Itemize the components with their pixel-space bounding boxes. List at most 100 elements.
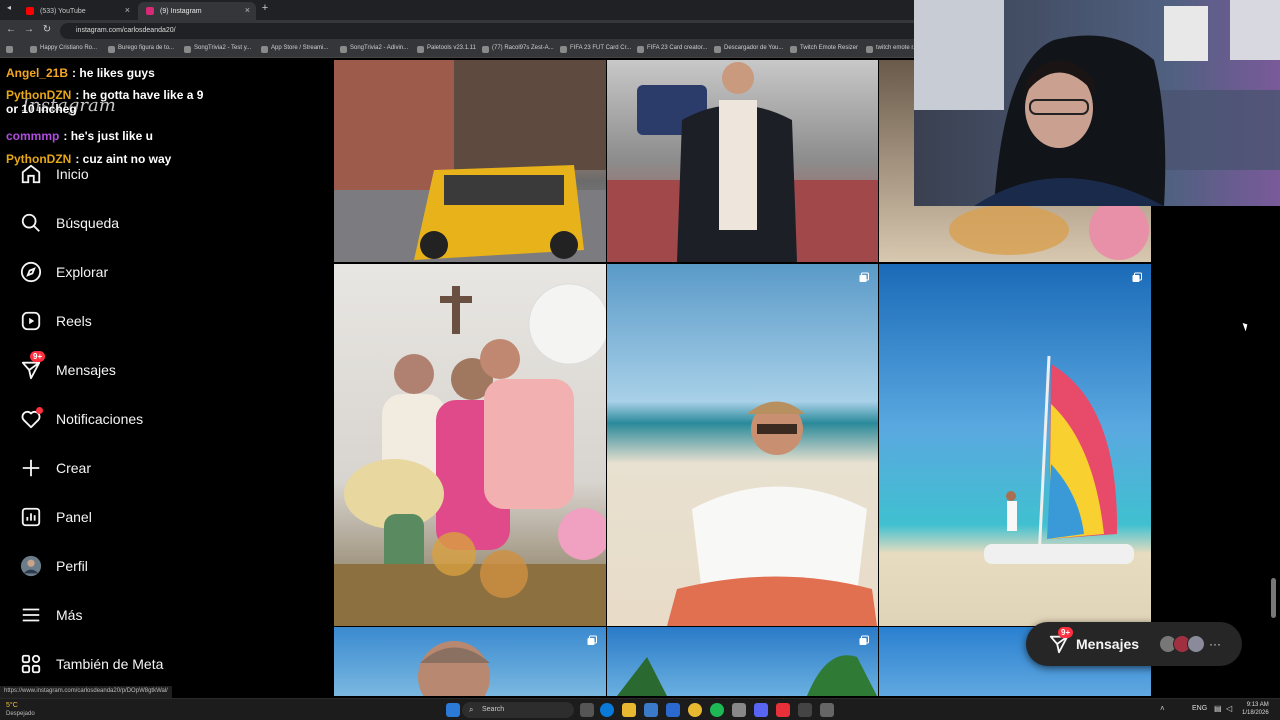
sidebar-item-panel[interactable]: Panel [18,500,308,534]
messages-label: Mensajes [1076,636,1140,652]
catamaran-image [984,355,1134,564]
notification-badge: 9+ [1058,627,1074,638]
notification-badge: 9+ [30,351,46,362]
taskbar-search[interactable]: ⌕ Search [462,702,574,718]
bookmark-item[interactable]: Descargador de You... [714,45,783,53]
chat-message: PythonDZN: cuz aint no way [6,152,172,166]
bookmark-item[interactable]: Burego figura de to... [108,45,174,53]
sidebar-item-label: Inicio [56,166,89,182]
taxi-scene-image [334,60,606,262]
tab-menu-icon[interactable]: ◂ [2,3,16,12]
meta-apps-icon [18,651,44,677]
post-thumbnail[interactable] [607,264,878,626]
clock-date: 1/18/2026 [1242,710,1269,716]
tab-youtube[interactable]: (533) YouTube × [18,2,136,20]
new-tab-button[interactable]: + [258,2,272,14]
bookmark-item[interactable]: SongTrivia2 - Test y... [184,45,251,53]
bookmark-item[interactable]: twitch emote r... [866,45,918,53]
multi-photo-icon [587,635,597,645]
reels-icon [18,308,44,334]
chat-username: commmp [6,129,60,143]
sidebar-item-label: Más [56,607,83,623]
menu-icon [18,602,44,628]
bookmark-item[interactable]: SongTrivia2 - Adivin... [340,45,408,53]
post-thumbnail[interactable] [334,60,606,262]
streamer-webcam-image [914,0,1280,206]
sidebar-item-notificaciones[interactable]: Notificaciones [18,402,308,436]
man-on-beach-image [667,401,877,626]
more-icon[interactable]: ··· [1209,637,1221,651]
url-input[interactable]: instagram.com/carlosdeanda20/ [60,23,920,39]
app-icon[interactable] [776,703,790,717]
app-icon[interactable] [798,703,812,717]
bookmark-item[interactable]: Twitch Emote Resizer [790,45,858,53]
scrollbar-thumb[interactable] [1271,578,1276,618]
sidebar-item-perfil[interactable]: Perfil [18,549,308,583]
sidebar-item-label: Búsqueda [56,215,120,231]
sidebar-item-mas[interactable]: Más [18,598,308,632]
link-status-bar: https://www.instagram.com/carlosdeanda20… [0,686,172,698]
edge-icon[interactable] [600,703,614,717]
chrome-icon[interactable] [688,703,702,717]
task-view-icon[interactable] [580,703,594,717]
discord-icon[interactable] [754,703,768,717]
dashboard-icon [18,504,44,530]
sidebar-item-busqueda[interactable]: Búsqueda [18,206,308,240]
reload-icon[interactable]: ↻ [40,24,54,35]
bookmark-item[interactable]: Happy Cristiano Ro... [30,45,97,53]
sidebar-item-mensajes[interactable]: 9+ Mensajes [18,351,308,387]
weather-widget[interactable]: 5°C Despejado [6,702,35,718]
multi-photo-icon [859,272,869,282]
post-thumbnail[interactable] [879,264,1151,626]
apps-icon[interactable]: ▦ [6,45,13,53]
tray-chevron-icon[interactable]: ˄ [1160,704,1165,713]
bookmark-item[interactable]: App Store / Streami... [261,45,328,53]
clock-time: 9:13 AM [1246,702,1269,708]
sidebar-item-reels[interactable]: Reels [18,304,308,338]
settings-icon[interactable] [820,703,834,717]
windows-taskbar: 5°C Despejado ⌕ Search ˄ ENG ▤ ◁ 9:13 AM… [0,698,1280,720]
volume-icon[interactable]: ◁ [1226,704,1232,713]
post-thumbnail[interactable] [607,60,878,262]
clock[interactable]: 9:13 AM 1/18/2026 [1242,701,1269,717]
store-icon[interactable] [644,703,658,717]
bookmark-item[interactable]: FIFA 23 Card creator... [637,45,707,53]
chat-message: commmp: he's just like u [6,129,153,143]
messages-floating-button[interactable]: 9+ Mensajes ··· [1026,622,1242,666]
sidebar-item-label: Reels [56,313,92,329]
forward-icon[interactable]: → [22,24,36,35]
close-icon[interactable]: × [125,5,130,15]
family-photo-image [334,283,606,626]
tab-label: (533) YouTube [40,7,86,15]
post-thumbnail[interactable] [334,627,606,696]
file-explorer-icon[interactable] [622,703,636,717]
mail-icon[interactable] [666,703,680,717]
instagram-icon [146,7,154,15]
bookmark-item[interactable]: FIFA 23 FUT Card Cr... [560,45,631,53]
search-icon [18,210,44,236]
close-icon[interactable]: × [245,5,250,15]
language-indicator[interactable]: ENG [1192,705,1207,712]
messenger-icon: 9+ [18,351,46,383]
back-icon[interactable]: ← [4,24,18,35]
app-icon[interactable] [732,703,746,717]
post-thumbnail[interactable] [607,627,878,696]
messenger-icon: 9+ [1048,627,1074,655]
chat-text: he's just like u [70,129,153,143]
webcam-overlay [914,0,1280,206]
post-thumbnail[interactable] [334,264,606,626]
windows-start-icon[interactable] [446,703,460,717]
sidebar-item-explorar[interactable]: Explorar [18,255,308,289]
sidebar-item-label: Crear [56,460,92,476]
weather-desc: Despejado [6,711,35,717]
tab-instagram[interactable]: (9) Instagram × [138,2,256,20]
youtube-icon [26,7,34,15]
sidebar-item-crear[interactable]: Crear [18,451,308,485]
network-icon[interactable]: ▤ [1214,704,1222,713]
weather-temp: 5°C [6,702,18,709]
spotify-icon[interactable] [710,703,724,717]
sidebar-item-tambien-de-meta[interactable]: También de Meta [18,647,308,681]
bookmark-item[interactable]: (77) Racol97s Zest-A... [482,45,554,53]
recent-contacts [1159,635,1206,653]
bookmark-item[interactable]: Paletools v23.1.11 [417,45,476,53]
